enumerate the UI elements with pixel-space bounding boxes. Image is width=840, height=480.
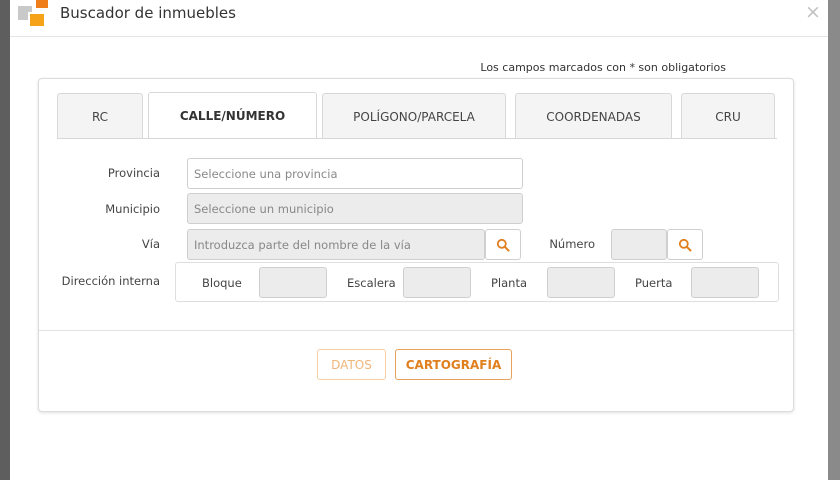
bloque-input[interactable] bbox=[259, 267, 327, 298]
tab-cru[interactable]: CRU bbox=[681, 93, 775, 139]
search-icon bbox=[496, 238, 510, 251]
overlay-backdrop-right bbox=[828, 0, 840, 480]
bloque-label: Bloque bbox=[202, 276, 242, 290]
planta-input[interactable] bbox=[547, 267, 615, 298]
municipio-input[interactable] bbox=[187, 193, 523, 224]
panel-divider bbox=[39, 330, 793, 331]
provincia-input[interactable] bbox=[187, 158, 523, 189]
puerta-label: Puerta bbox=[635, 276, 673, 290]
cartografia-button[interactable]: CARTOGRAFÍA bbox=[395, 349, 512, 380]
via-search-button[interactable] bbox=[485, 229, 521, 260]
municipio-label: Municipio bbox=[105, 202, 160, 216]
provincia-label: Provincia bbox=[107, 166, 160, 180]
overlay-backdrop-left bbox=[0, 0, 10, 480]
search-panel: RC CALLE/NÚMERO POLÍGONO/PARCELA COORDEN… bbox=[38, 78, 794, 412]
close-icon[interactable]: × bbox=[804, 2, 822, 22]
escalera-label: Escalera bbox=[347, 276, 396, 290]
tab-calle-numero[interactable]: CALLE/NÚMERO bbox=[148, 92, 317, 139]
datos-button[interactable]: DATOS bbox=[317, 349, 386, 380]
tab-rc[interactable]: RC bbox=[57, 93, 143, 139]
numero-search-button[interactable] bbox=[667, 229, 703, 260]
direccion-interna-label: Dirección interna bbox=[61, 274, 160, 288]
via-label: Vía bbox=[141, 237, 160, 251]
direccion-interna-group: Bloque Escalera Planta Puerta bbox=[175, 262, 779, 302]
required-fields-note: Los campos marcados con * son obligatori… bbox=[480, 61, 726, 74]
search-icon bbox=[678, 238, 692, 251]
via-input[interactable] bbox=[187, 229, 485, 260]
modal-header: Buscador de inmuebles × bbox=[10, 0, 828, 37]
numero-label: Número bbox=[549, 237, 595, 251]
modal-title: Buscador de inmuebles bbox=[60, 4, 236, 22]
numero-input[interactable] bbox=[611, 229, 667, 260]
tab-poligono-parcela[interactable]: POLÍGONO/PARCELA bbox=[322, 93, 506, 139]
tab-coordenadas[interactable]: COORDENADAS bbox=[515, 93, 672, 139]
tabs-divider bbox=[57, 138, 777, 139]
app-logo-icon bbox=[18, 0, 50, 30]
planta-label: Planta bbox=[491, 276, 528, 290]
escalera-input[interactable] bbox=[403, 267, 471, 298]
search-modal: Buscador de inmuebles × Los campos marca… bbox=[10, 0, 828, 480]
puerta-input[interactable] bbox=[691, 267, 759, 298]
